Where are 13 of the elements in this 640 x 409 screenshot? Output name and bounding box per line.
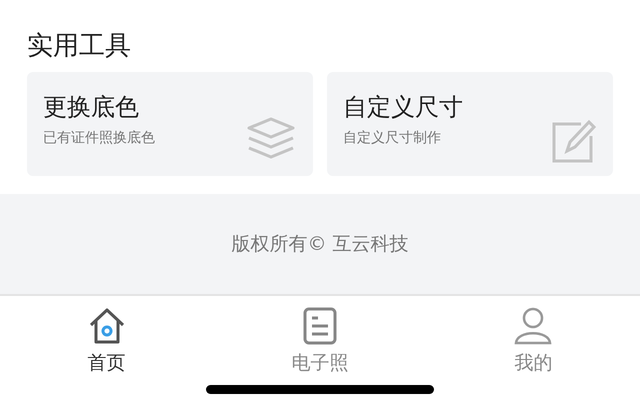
copyright-text: 版权所有© 互云科技: [231, 232, 409, 257]
card-title: 更换底色: [43, 92, 140, 123]
section-title: 实用工具: [26, 30, 132, 63]
tab[interactable]: 首页: [0, 296, 214, 409]
card-subtitle: 自定义尺寸制作: [343, 129, 442, 147]
tab[interactable]: 电子照: [213, 296, 427, 409]
tab[interactable]: 我的: [426, 296, 640, 409]
tool-card[interactable]: 更换底色 已有证件照换底色: [27, 72, 313, 176]
card-title: 自定义尺寸: [343, 92, 463, 123]
card-subtitle: 已有证件照换底色: [43, 129, 155, 147]
tool-card[interactable]: 自定义尺寸 自定义尺寸制作: [327, 72, 613, 176]
edit-icon: [551, 118, 597, 164]
person-icon: [513, 306, 554, 346]
